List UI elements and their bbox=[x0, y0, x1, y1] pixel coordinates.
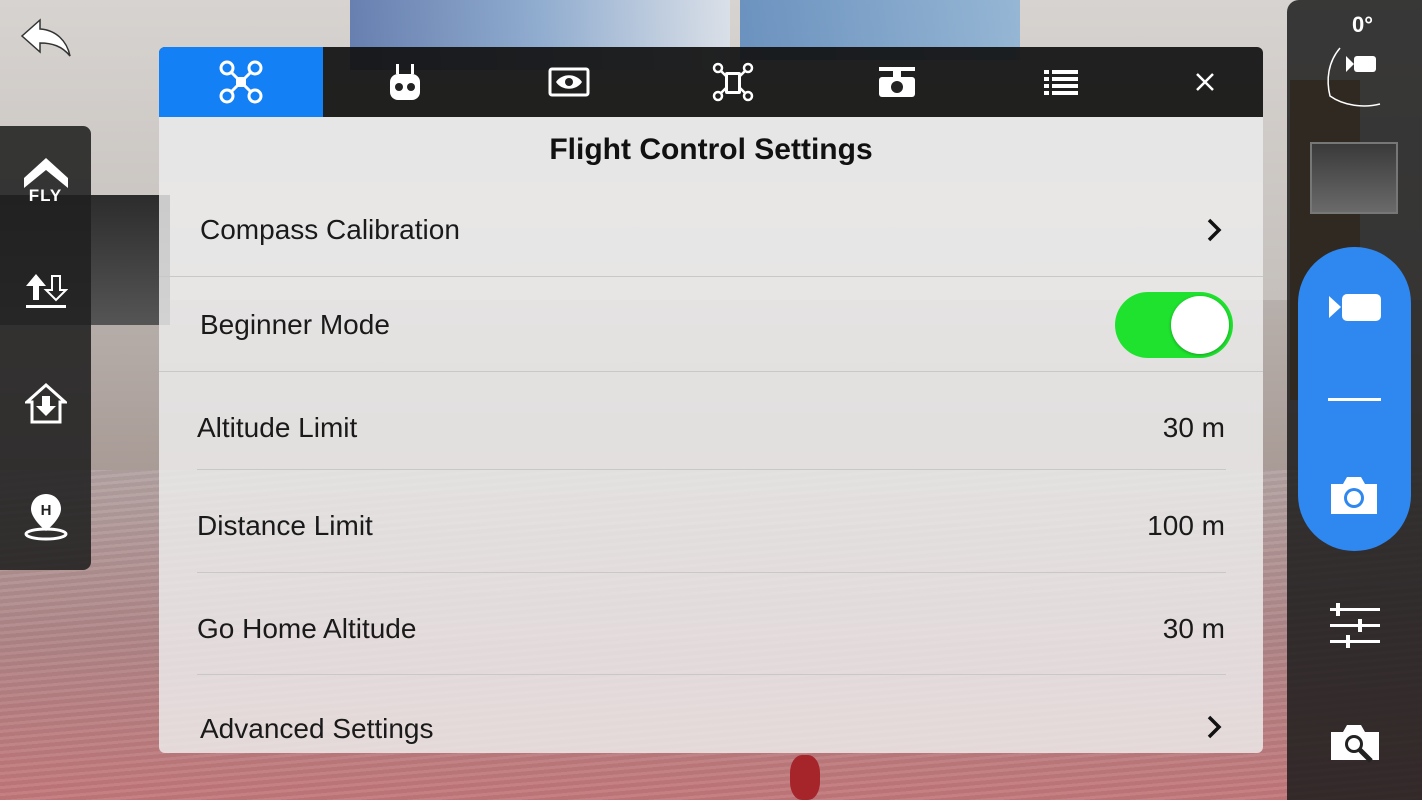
background-floor-mark bbox=[790, 755, 820, 800]
compass-calibration-label: Compass Calibration bbox=[200, 214, 460, 245]
home-point-pin-icon: H bbox=[24, 494, 67, 541]
photo-capture-button[interactable] bbox=[1327, 474, 1381, 516]
transfer-arrows-icon bbox=[25, 274, 68, 308]
home-point-button[interactable]: H bbox=[0, 488, 91, 544]
beginner-mode-row: Beginner Mode bbox=[159, 277, 1263, 371]
go-home-altitude-label: Go Home Altitude bbox=[197, 613, 417, 644]
back-arrow-icon bbox=[20, 18, 71, 57]
toggle-knob bbox=[1171, 296, 1229, 354]
home-land-icon bbox=[24, 382, 67, 424]
settings-header: Flight Control Settings bbox=[159, 117, 1263, 182]
tab-aircraft-battery[interactable] bbox=[651, 47, 815, 117]
tab-remote-controller[interactable] bbox=[323, 47, 487, 117]
back-button[interactable] bbox=[18, 16, 74, 60]
distance-limit-value[interactable]: 100 m bbox=[1147, 510, 1225, 542]
capture-mode-divider bbox=[1328, 398, 1381, 401]
gimbal-angle-readout: 0° bbox=[1352, 12, 1374, 37]
left-flight-toolbar: FLY H bbox=[0, 126, 91, 570]
settings-tab-bar bbox=[159, 47, 1263, 117]
distance-limit-label: Distance Limit bbox=[197, 510, 373, 541]
tab-general[interactable] bbox=[979, 47, 1143, 117]
tab-vision[interactable] bbox=[487, 47, 651, 117]
page-title: Flight Control Settings bbox=[549, 132, 873, 166]
gimbal-indicator-icon bbox=[1327, 47, 1381, 107]
playback-search-icon[interactable] bbox=[1327, 722, 1383, 764]
chevron-right-icon bbox=[1207, 715, 1222, 739]
upload-download-button[interactable] bbox=[0, 266, 91, 316]
go-home-altitude-row[interactable]: Go Home Altitude 30 m bbox=[159, 573, 1263, 674]
gimbal-icon bbox=[879, 67, 915, 97]
vision-eye-icon bbox=[548, 67, 590, 97]
remote-controller-icon bbox=[390, 64, 420, 100]
general-list-icon bbox=[1044, 70, 1078, 95]
svg-text:H: H bbox=[40, 502, 51, 519]
altitude-limit-value[interactable]: 30 m bbox=[1163, 412, 1225, 444]
takeoff-chevron-icon bbox=[23, 158, 68, 188]
aircraft-icon bbox=[219, 60, 263, 104]
settings-panel: Flight Control Settings Compass Calibrat… bbox=[159, 47, 1263, 753]
takeoff-label: FLY bbox=[28, 186, 63, 205]
tab-gimbal[interactable] bbox=[815, 47, 979, 117]
beginner-mode-label: Beginner Mode bbox=[200, 309, 390, 340]
beginner-mode-toggle[interactable] bbox=[1115, 292, 1233, 358]
video-record-button[interactable] bbox=[1327, 290, 1383, 324]
aircraft-battery-icon bbox=[712, 62, 754, 102]
tab-aircraft[interactable] bbox=[159, 47, 323, 117]
compass-calibration-row[interactable]: Compass Calibration bbox=[159, 182, 1263, 276]
chevron-right-icon bbox=[1207, 218, 1222, 242]
altitude-limit-label: Altitude Limit bbox=[197, 412, 358, 443]
go-home-altitude-value[interactable]: 30 m bbox=[1163, 613, 1225, 645]
close-icon bbox=[1196, 73, 1214, 91]
camera-settings-sliders-icon[interactable] bbox=[1328, 600, 1382, 650]
close-settings-button[interactable] bbox=[1170, 47, 1240, 117]
advanced-settings-row[interactable]: Advanced Settings bbox=[159, 675, 1263, 753]
return-home-button[interactable] bbox=[0, 378, 91, 430]
altitude-limit-row[interactable]: Altitude Limit 30 m bbox=[159, 372, 1263, 469]
flight-control-settings-sheet: Flight Control Settings Compass Calibrat… bbox=[159, 117, 1263, 753]
takeoff-button[interactable]: FLY bbox=[0, 146, 91, 216]
advanced-settings-label: Advanced Settings bbox=[200, 713, 434, 744]
distance-limit-row[interactable]: Distance Limit 100 m bbox=[159, 470, 1263, 572]
media-thumbnail[interactable] bbox=[1310, 142, 1398, 214]
